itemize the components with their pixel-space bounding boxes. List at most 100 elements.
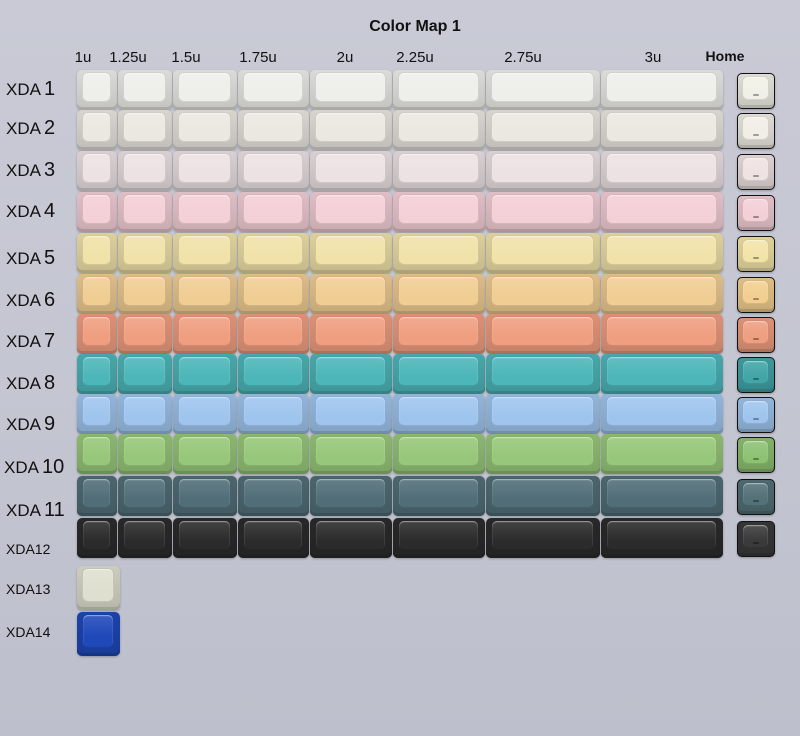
keycap-top bbox=[179, 317, 230, 345]
keycap-top bbox=[607, 437, 716, 465]
keycap bbox=[393, 233, 485, 273]
keycap bbox=[238, 233, 309, 273]
keycap bbox=[601, 314, 723, 354]
homing-bar bbox=[753, 216, 759, 218]
keycap-top bbox=[316, 317, 385, 345]
keycap bbox=[486, 314, 600, 354]
homing-bar bbox=[753, 257, 759, 259]
keycap-top bbox=[316, 357, 385, 385]
keycap bbox=[118, 518, 172, 558]
keycap bbox=[238, 110, 309, 150]
keycap-top bbox=[244, 521, 302, 549]
keycap-top bbox=[607, 73, 716, 101]
keycap bbox=[310, 476, 392, 516]
row-label-text: XDA bbox=[4, 458, 39, 477]
keycap-top bbox=[83, 195, 110, 223]
keycap-top bbox=[399, 73, 478, 101]
row-label-number: 3 bbox=[43, 159, 56, 181]
keycap-top bbox=[179, 195, 230, 223]
keycap bbox=[486, 354, 600, 394]
row-label-number: 8 bbox=[43, 372, 56, 394]
keycap-top bbox=[492, 317, 593, 345]
keycap bbox=[601, 394, 723, 434]
row-label: XDA 4 bbox=[6, 200, 55, 223]
home-keycap bbox=[737, 154, 775, 190]
keycap-top bbox=[399, 397, 478, 425]
row-label-number: 9 bbox=[43, 413, 56, 435]
column-label: Home bbox=[705, 48, 745, 64]
keycap-top bbox=[83, 397, 110, 425]
keycap-top bbox=[179, 437, 230, 465]
keycap bbox=[118, 233, 172, 273]
keycap bbox=[173, 394, 237, 434]
keycap bbox=[238, 518, 309, 558]
keycap-top bbox=[124, 154, 165, 182]
homing-bar bbox=[753, 500, 759, 502]
keycap-top bbox=[316, 154, 385, 182]
keycap bbox=[393, 274, 485, 314]
keycap bbox=[601, 354, 723, 394]
keycap bbox=[118, 394, 172, 434]
keycap bbox=[238, 70, 309, 110]
row-label-text: XDA bbox=[6, 291, 41, 310]
homing-bar bbox=[753, 175, 759, 177]
keycap-top bbox=[124, 397, 165, 425]
column-label: 2.25u bbox=[396, 49, 434, 66]
color-map-board: Color Map 1 1u 1.25u 1.5u 1.75u 2u 2.25u 2.75u… bbox=[0, 0, 800, 736]
keycap-top bbox=[607, 357, 716, 385]
keycap bbox=[393, 151, 485, 191]
keycap bbox=[77, 274, 117, 314]
keycap-top bbox=[492, 113, 593, 141]
keycap bbox=[310, 354, 392, 394]
home-keycap bbox=[737, 479, 775, 515]
home-keycap bbox=[737, 397, 775, 433]
row-label-number: 1 bbox=[43, 78, 56, 100]
keycap-top bbox=[399, 521, 478, 549]
keycap-top bbox=[179, 479, 230, 507]
keycap bbox=[486, 274, 600, 314]
keycap-top bbox=[399, 236, 478, 264]
homing-bar bbox=[753, 458, 759, 460]
keycap bbox=[118, 110, 172, 150]
keycap bbox=[393, 394, 485, 434]
homing-bar bbox=[753, 338, 759, 340]
homing-bar bbox=[753, 298, 759, 300]
keycap-top bbox=[179, 521, 230, 549]
keycap bbox=[173, 151, 237, 191]
keycap bbox=[173, 192, 237, 232]
keycap-top bbox=[244, 397, 302, 425]
row-label-text: XDA bbox=[6, 249, 41, 268]
keycap bbox=[393, 476, 485, 516]
keycap bbox=[310, 233, 392, 273]
keycap-top bbox=[124, 479, 165, 507]
column-label: 2u bbox=[336, 49, 354, 66]
keycap bbox=[118, 151, 172, 191]
keycap bbox=[118, 434, 172, 474]
keycap-top bbox=[244, 357, 302, 385]
keycap-top bbox=[83, 615, 113, 647]
row-label: XDA12 bbox=[6, 541, 50, 557]
keycap bbox=[77, 394, 117, 434]
keycap-top bbox=[316, 479, 385, 507]
keycap-top bbox=[244, 154, 302, 182]
keycap-top bbox=[83, 437, 110, 465]
row-label-text: XDA14 bbox=[6, 624, 51, 640]
keycap bbox=[77, 434, 117, 474]
row-label: XDA 10 bbox=[4, 456, 64, 479]
row-label: XDA 7 bbox=[6, 330, 55, 353]
keycap bbox=[393, 434, 485, 474]
keycap-top bbox=[492, 521, 593, 549]
row-label: XDA 3 bbox=[6, 159, 55, 182]
row-label: XDA 6 bbox=[6, 289, 55, 312]
home-keycap bbox=[737, 437, 775, 473]
keycap-top bbox=[399, 113, 478, 141]
keycap bbox=[238, 354, 309, 394]
row-label-text: XDA12 bbox=[6, 541, 51, 557]
row-label-text: XDA bbox=[6, 415, 41, 434]
keycap-top bbox=[179, 73, 230, 101]
keycap-top bbox=[83, 113, 110, 141]
keycap bbox=[393, 314, 485, 354]
keycap bbox=[77, 314, 117, 354]
keycap bbox=[77, 151, 117, 191]
keycap-top bbox=[124, 73, 165, 101]
